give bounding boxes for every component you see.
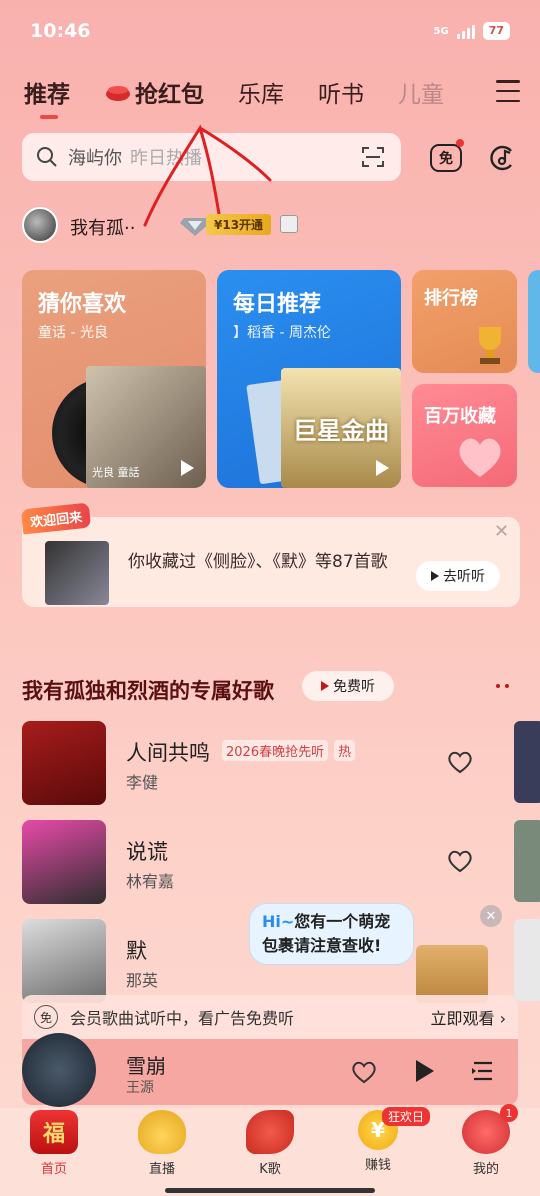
card-partial-right[interactable] bbox=[528, 270, 540, 373]
red-packet-icon bbox=[106, 86, 130, 101]
watch-now-label: 立即观看 bbox=[430, 1009, 495, 1028]
song-cover[interactable] bbox=[22, 820, 106, 904]
mini-player[interactable] bbox=[22, 1039, 518, 1105]
notification-dot bbox=[456, 139, 464, 147]
welcome-album-art bbox=[45, 541, 109, 605]
nav-live[interactable]: 直播 bbox=[122, 1110, 202, 1177]
hot-tag: 热 bbox=[334, 740, 356, 761]
card-subtitle: 】稻香 - 周杰伦 bbox=[233, 325, 331, 341]
ad-bar[interactable]: 免 会员歌曲试听中，看广告免费听 立即观看 › bbox=[22, 995, 518, 1039]
tab-kids[interactable]: 儿童 bbox=[398, 75, 444, 109]
favorite-heart-icon[interactable] bbox=[447, 750, 473, 774]
nav-label: 首页 bbox=[40, 1162, 67, 1177]
free-listen-label: 免费听 bbox=[333, 679, 375, 695]
song-tags: 2026春晚抢先听 热 bbox=[222, 740, 356, 761]
trophy-icon bbox=[479, 327, 501, 364]
network-label: 5G bbox=[433, 25, 449, 37]
playlist-icon[interactable] bbox=[470, 1058, 496, 1084]
user-name[interactable]: 我有孤·· bbox=[70, 214, 135, 240]
menu-icon[interactable] bbox=[496, 80, 520, 102]
song-artist: 李健 bbox=[126, 773, 159, 792]
partial-song-cover[interactable] bbox=[514, 721, 540, 803]
card-title: 百万收藏 bbox=[424, 406, 496, 427]
bubble-hi: Hi~ bbox=[262, 912, 295, 931]
free-mode-icon[interactable]: 免 bbox=[430, 144, 462, 172]
go-listen-label: 去听听 bbox=[443, 569, 485, 585]
tab-music-library[interactable]: 乐库 bbox=[238, 75, 284, 109]
card-million-favorites[interactable]: 百万收藏 bbox=[412, 384, 517, 487]
tab-audiobook[interactable]: 听书 bbox=[318, 75, 364, 109]
more-icon[interactable] bbox=[496, 684, 509, 688]
gold-ingot-icon bbox=[138, 1110, 186, 1154]
tab-recommend[interactable]: 推荐 bbox=[24, 75, 70, 119]
scan-icon[interactable] bbox=[361, 146, 385, 168]
nav-label: 我的 bbox=[472, 1162, 499, 1177]
koi-fish-icon bbox=[246, 1110, 294, 1154]
play-icon bbox=[431, 571, 439, 581]
nav-label: 赚钱 bbox=[364, 1158, 391, 1173]
song-cover[interactable] bbox=[22, 919, 106, 1003]
partial-song-cover[interactable] bbox=[514, 820, 540, 902]
top-nav-tabs: 推荐 抢红包 乐库 听书 儿童 bbox=[24, 72, 520, 119]
music-recognize-icon[interactable] bbox=[486, 143, 516, 173]
card-title: 猜你喜欢 bbox=[38, 292, 127, 317]
home-fu-icon: 福 bbox=[30, 1110, 78, 1154]
close-icon[interactable]: ✕ bbox=[480, 905, 502, 927]
go-listen-button[interactable]: 去听听 bbox=[416, 561, 500, 591]
song-title[interactable]: 默 bbox=[126, 935, 147, 965]
favorite-heart-icon[interactable] bbox=[447, 849, 473, 873]
ad-text: 会员歌曲试听中，看广告免费听 bbox=[70, 1009, 295, 1028]
player-cover[interactable] bbox=[22, 1033, 96, 1107]
album-caption: 巨星金曲 bbox=[293, 416, 389, 445]
vip-promo[interactable]: ¥13开通 › bbox=[180, 212, 298, 236]
song-title[interactable]: 说谎 bbox=[126, 836, 168, 866]
free-listen-button[interactable]: 免费听 bbox=[302, 671, 394, 701]
status-time: 10:46 bbox=[30, 20, 91, 42]
player-song-title[interactable]: 雪崩 bbox=[126, 1050, 166, 1079]
play-icon[interactable] bbox=[414, 1058, 436, 1084]
chevron-right-icon: › bbox=[257, 217, 262, 231]
pet-package-bubble[interactable]: Hi~您有一个萌宠包裹请注意查收! bbox=[249, 903, 414, 965]
song-title[interactable]: 人间共鸣 bbox=[126, 737, 210, 767]
section-title: 我有孤独和烈酒的专属好歌 bbox=[22, 679, 274, 703]
partial-song-cover[interactable] bbox=[514, 919, 540, 1001]
player-artist: 王源 bbox=[126, 1080, 154, 1096]
song-promo-tag[interactable]: 2026春晚抢先听 bbox=[222, 740, 329, 761]
nav-karaoke[interactable]: K歌 bbox=[230, 1110, 310, 1177]
card-title: 每日推荐 bbox=[233, 292, 322, 317]
download-icon bbox=[279, 215, 298, 233]
favorite-heart-icon[interactable] bbox=[351, 1060, 377, 1084]
earn-badge: 狂欢日 bbox=[382, 1107, 431, 1126]
home-indicator bbox=[165, 1188, 375, 1193]
play-icon[interactable] bbox=[181, 460, 194, 476]
song-artist: 林宥嘉 bbox=[126, 872, 175, 891]
search-input-value[interactable]: 海屿你 bbox=[68, 144, 122, 170]
welcome-text: 你收藏过《侧脸》、《默》等87首歌 bbox=[128, 552, 388, 572]
card-title: 排行榜 bbox=[424, 288, 478, 309]
card-subtitle: 童话 - 光良 bbox=[38, 325, 108, 341]
nav-label: K歌 bbox=[259, 1162, 281, 1177]
close-icon[interactable]: ✕ bbox=[494, 521, 509, 542]
heart-icon bbox=[459, 438, 501, 477]
card-charts[interactable]: 排行榜 bbox=[412, 270, 517, 373]
battery-indicator: 77 bbox=[482, 22, 510, 40]
card-guess-you-like[interactable]: 猜你喜欢 童话 - 光良 光良 童話 bbox=[22, 270, 206, 488]
signal-icon bbox=[456, 23, 475, 39]
song-artist: 那英 bbox=[126, 971, 159, 990]
free-mode-icon: 免 bbox=[34, 1005, 58, 1029]
album-caption: 光良 童話 bbox=[92, 466, 140, 479]
search-icon bbox=[37, 147, 57, 167]
status-bar-icons: 5G 77 bbox=[434, 22, 510, 40]
nav-label: 直播 bbox=[148, 1162, 175, 1177]
song-cover[interactable] bbox=[22, 721, 106, 805]
play-icon[interactable] bbox=[376, 460, 389, 476]
card-daily-recommend[interactable]: 每日推荐 】稻香 - 周杰伦 巨星金曲 bbox=[217, 270, 401, 488]
user-avatar[interactable] bbox=[22, 207, 58, 243]
mine-badge: 1 bbox=[500, 1104, 518, 1122]
tab-red-packet-label: 抢红包 bbox=[135, 82, 204, 108]
tab-red-packet[interactable]: 抢红包 bbox=[104, 75, 204, 109]
play-icon bbox=[321, 681, 329, 691]
watch-now-link[interactable]: 立即观看 › bbox=[431, 1005, 507, 1029]
nav-home[interactable]: 福 首页 bbox=[14, 1110, 94, 1177]
